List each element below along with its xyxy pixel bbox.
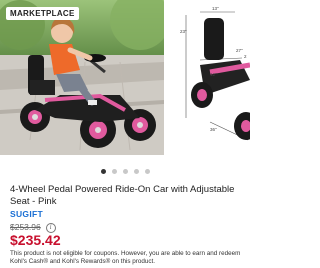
- coupon-eligibility-note: This product is not eligible for coupons…: [10, 250, 241, 265]
- brand-link[interactable]: SUGIFT: [10, 209, 43, 219]
- dimension-label: 2: [244, 54, 247, 59]
- product-photo-dimensions[interactable]: 13" 23" 27" 12" 36" 2: [180, 0, 250, 155]
- marketplace-badge: MARKETPLACE: [6, 7, 79, 20]
- carousel-dot-5[interactable]: [144, 169, 150, 174]
- product-photo-main[interactable]: MARKETPLACE: [0, 0, 164, 155]
- dimensions-diagram-image: 13" 23" 27" 12" 36" 2: [180, 6, 250, 141]
- original-price: $253.96: [10, 222, 41, 232]
- kid-on-pedal-car-image: [0, 0, 164, 155]
- sale-price: $235.42: [10, 232, 61, 248]
- product-title: 4-Wheel Pedal Powered Ride-On Car with A…: [10, 184, 235, 207]
- dimension-label: 13": [212, 6, 219, 11]
- dimension-label: 23": [180, 29, 187, 34]
- carousel-dot-1[interactable]: [100, 169, 106, 174]
- dimension-label: 36": [210, 127, 217, 132]
- dimension-label: 27": [236, 48, 243, 53]
- carousel-dot-3[interactable]: [122, 169, 128, 174]
- carousel-dot-4[interactable]: [133, 169, 139, 174]
- dimension-label: 12": [210, 72, 217, 77]
- carousel-pagination: [0, 169, 250, 174]
- product-image-carousel[interactable]: MARKETPLACE 13" 23" 27" 12" 36" 2: [0, 0, 250, 162]
- carousel-dot-2[interactable]: [111, 169, 117, 174]
